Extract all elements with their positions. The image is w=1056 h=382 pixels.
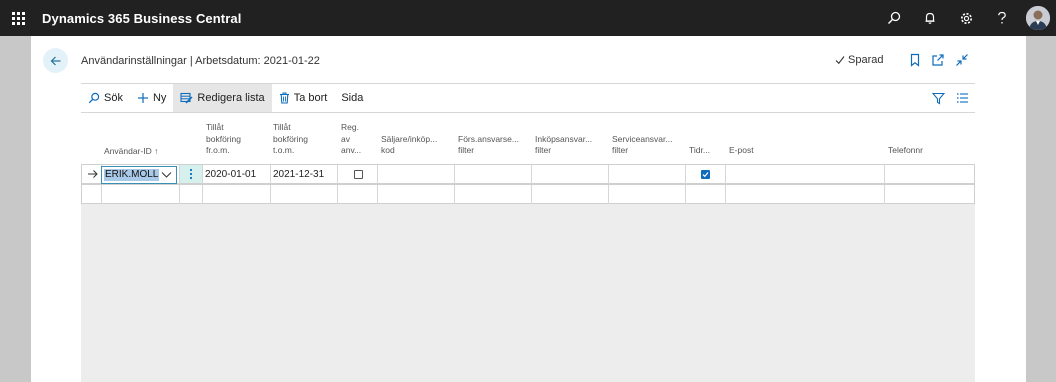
action-bar: Sök Ny Redigera lista Ta bort Sida [81, 84, 975, 112]
chevron-down-icon[interactable] [161, 170, 172, 182]
column-header-user-id[interactable]: Användar-ID ↑ [104, 146, 158, 158]
register-time-checkbox[interactable] [354, 170, 363, 179]
checkmark-icon [702, 172, 709, 178]
allow-to-cell[interactable]: 2021-12-31 [273, 169, 324, 180]
time-sheet-checkbox[interactable] [701, 170, 710, 179]
data-grid: Användar-ID ↑ Tillåt bokföring fr.o.m. T… [81, 120, 975, 382]
app-title: Dynamics 365 Business Central [42, 10, 242, 26]
column-header-service-resp[interactable]: Serviceansvar... filter [612, 134, 672, 157]
check-icon [835, 56, 845, 65]
filter-icon[interactable] [931, 91, 945, 105]
saved-label: Sparad [848, 54, 884, 66]
arrow-left-icon [50, 56, 60, 65]
table-row[interactable]: ERIK.MOLL 2020-01-01 2021-12-31 [81, 164, 975, 185]
column-header-time-sheet[interactable]: Tidr... [689, 145, 710, 157]
column-header-email[interactable]: E-post [729, 145, 754, 157]
user-id-field[interactable]: ERIK.MOLL [101, 166, 177, 184]
list-view-icon[interactable] [955, 91, 969, 105]
new-label: Ny [152, 92, 167, 104]
open-new-window-icon[interactable] [931, 53, 945, 67]
row-actions-button[interactable] [180, 165, 202, 183]
back-button[interactable] [43, 48, 68, 73]
column-header-sales-resp[interactable]: Förs.ansvarse... filter [458, 134, 519, 157]
more-vertical-icon [189, 168, 193, 180]
column-header-register-time[interactable]: Reg. av anv... [341, 122, 361, 157]
column-header-purch-resp[interactable]: Inköpsansvar... filter [535, 134, 592, 157]
saved-status: Sparad [835, 54, 883, 66]
backdrop-right [1026, 36, 1056, 382]
table-row-empty[interactable] [81, 184, 975, 205]
search-button[interactable]: Sök [81, 84, 130, 112]
plus-icon [137, 93, 148, 103]
grid-empty-area [81, 204, 975, 382]
trash-icon [279, 92, 289, 104]
edit-list-icon [180, 92, 193, 104]
bell-icon[interactable] [912, 0, 948, 36]
current-row-arrow-icon [87, 168, 98, 183]
column-header-allow-from[interactable]: Tillåt bokföring fr.o.m. [206, 122, 241, 157]
page-title: Användarinställningar | Arbetsdatum: 202… [81, 55, 320, 67]
bookmark-icon[interactable] [908, 53, 922, 67]
new-button[interactable]: Ny [130, 84, 173, 112]
page-card: Användarinställningar | Arbetsdatum: 202… [31, 36, 1026, 382]
top-bar: Dynamics 365 Business Central [0, 0, 1056, 36]
help-icon[interactable] [984, 0, 1020, 36]
edit-list-button[interactable]: Redigera lista [173, 84, 272, 112]
waffle-icon[interactable] [0, 0, 36, 36]
delete-label: Ta bort [293, 92, 328, 104]
allow-from-cell[interactable]: 2020-01-01 [205, 169, 256, 180]
column-header-allow-to[interactable]: Tillåt bokföring t.o.m. [273, 122, 308, 157]
divider [81, 112, 975, 113]
page-menu-label: Sida [341, 92, 364, 104]
backdrop-left [0, 36, 31, 382]
search-label: Sök [104, 92, 123, 104]
user-id-value: ERIK.MOLL [104, 169, 160, 181]
search-icon[interactable] [876, 0, 912, 36]
edit-list-label: Redigera lista [197, 92, 265, 104]
avatar[interactable] [1026, 6, 1050, 30]
column-header-salesperson[interactable]: Säljare/inköp... kod [381, 134, 437, 157]
column-header-phone[interactable]: Telefonnr [888, 145, 923, 157]
search-icon [88, 92, 100, 104]
gear-icon[interactable] [948, 0, 984, 36]
delete-button[interactable]: Ta bort [272, 84, 335, 112]
collapse-icon[interactable] [955, 53, 969, 67]
page-menu-button[interactable]: Sida [334, 84, 370, 112]
sort-ascending-icon: ↑ [154, 146, 159, 156]
